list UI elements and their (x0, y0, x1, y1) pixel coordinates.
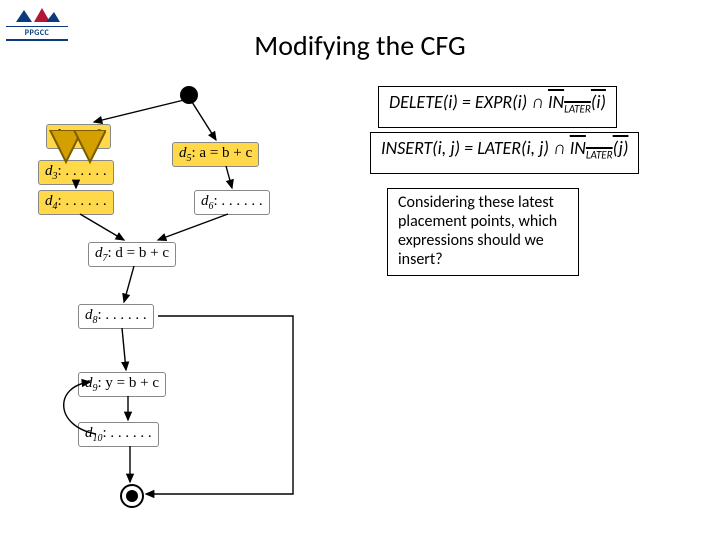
formula-delete-over-sub: LATER (564, 103, 591, 116)
formula-delete: DELETE(i) = EXPR(i) ∩ INLATER(i) (378, 86, 617, 128)
cfg-edges (38, 86, 368, 516)
logo-icon (6, 6, 68, 24)
formula-insert-prefix: INSERT(i, j) = LATER(i, j) ∩ (381, 137, 570, 159)
formula-delete-prefix: DELETE(i) = EXPR(i) ∩ (389, 91, 548, 113)
formula-insert: INSERT(i, j) = LATER(i, j) ∩ INLATER(j) (370, 132, 639, 174)
cfg-diagram: d2: c = 2 d3: . . . . . . d4: . . . . . … (38, 86, 368, 516)
formula-delete-over-tail: (i) (591, 91, 606, 113)
formula-delete-over-main: IN (548, 91, 564, 113)
formula-insert-over-sub: LATER (586, 149, 613, 162)
formula-insert-over-tail: (j) (613, 137, 629, 159)
note-box: Considering these latest placement point… (387, 188, 579, 276)
formula-insert-over-main: IN (570, 137, 586, 159)
page-title: Modifying the CFG (0, 28, 720, 63)
note-text: Considering these latest placement point… (398, 193, 557, 269)
